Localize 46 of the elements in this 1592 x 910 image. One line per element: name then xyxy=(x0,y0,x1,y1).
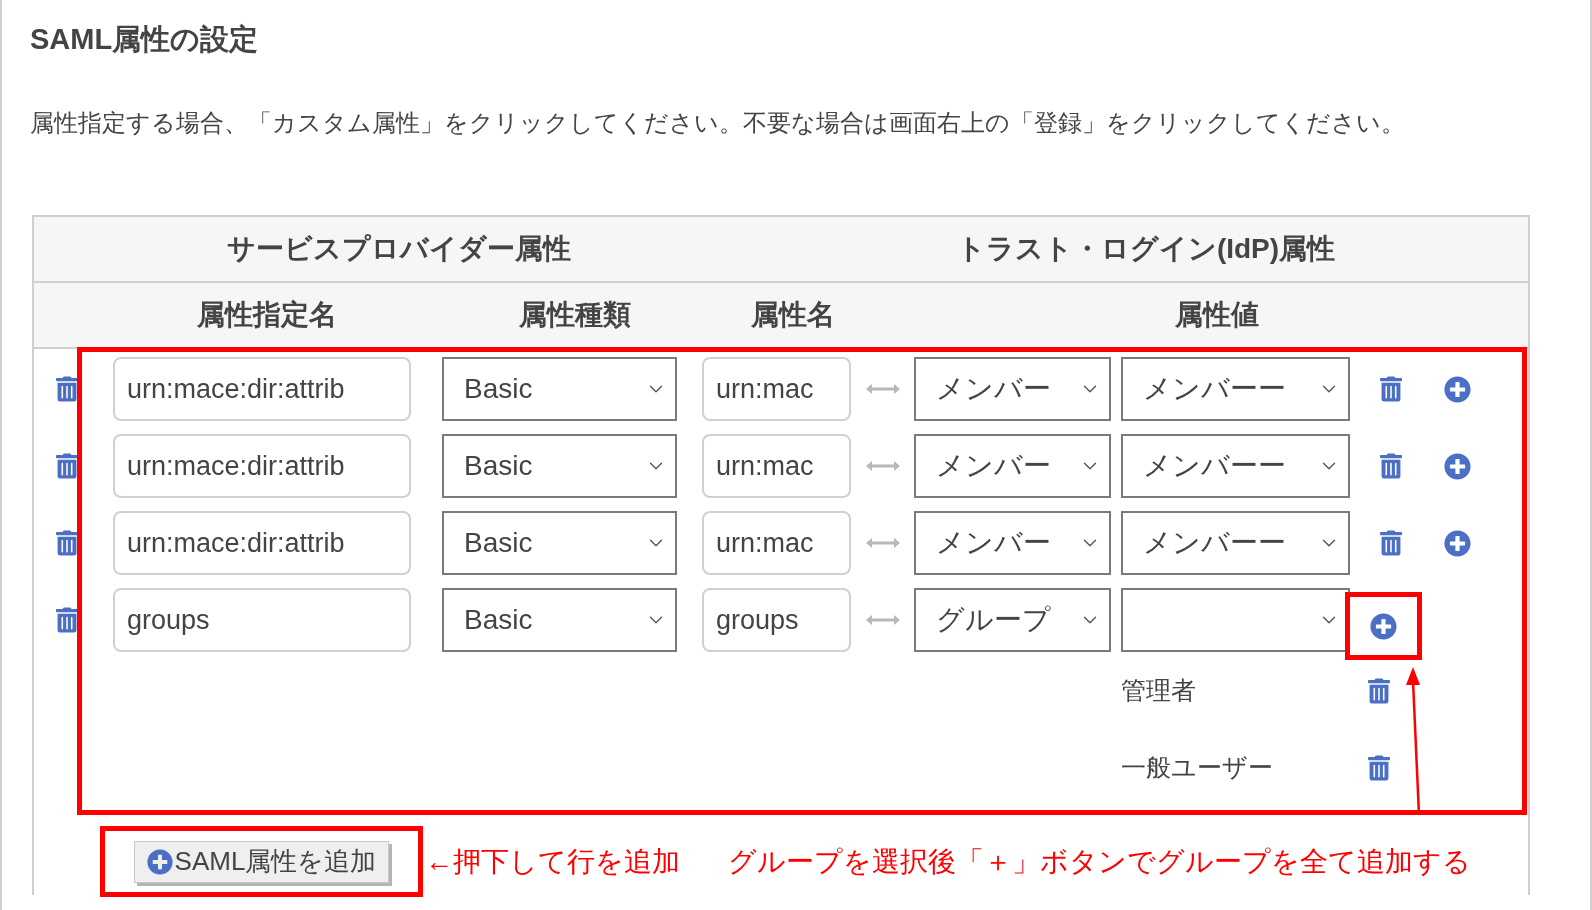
text-field[interactable]: urn:mac xyxy=(702,357,851,421)
dropdown[interactable]: Basic xyxy=(442,588,677,652)
dropdown[interactable]: グループ xyxy=(914,588,1111,652)
text-field[interactable]: urn:mac xyxy=(702,434,851,498)
section-title: SAML属性の設定 xyxy=(30,22,260,57)
dropdown[interactable]: メンバーー xyxy=(1121,511,1350,575)
trash-icon[interactable] xyxy=(1368,677,1390,704)
dropdown[interactable]: Basic xyxy=(442,434,677,498)
column-header: 属性指定名 xyxy=(196,298,338,332)
text-field[interactable]: urn:mace:dir:attrib xyxy=(113,511,411,575)
group-value: 管理者 xyxy=(1121,674,1197,706)
trash-icon[interactable] xyxy=(56,453,78,479)
group-header: サービスプロバイダー属性 xyxy=(226,232,572,266)
group-header: トラスト・ログイン(IdP)属性 xyxy=(955,232,1337,266)
trash-icon[interactable] xyxy=(1368,754,1390,781)
text-field[interactable]: urn:mace:dir:attrib xyxy=(113,434,411,498)
annotation-text: グループを選択後「＋」ボタンでグループを全て追加する xyxy=(728,844,1471,879)
dropdown[interactable]: メンバー xyxy=(914,511,1111,575)
add-attribute-button[interactable]: SAML属性を追加 xyxy=(133,840,390,883)
trash-icon[interactable] xyxy=(1380,376,1402,402)
annotation-text: ←押下して行を追加 xyxy=(425,844,680,879)
trash-icon[interactable] xyxy=(56,530,78,556)
text-field[interactable]: urn:mace:dir:attrib xyxy=(113,357,411,421)
column-header: 属性名 xyxy=(750,298,836,332)
column-header: 属性種類 xyxy=(518,298,632,332)
dropdown[interactable]: メンバー xyxy=(914,357,1111,421)
dropdown[interactable]: メンバーー xyxy=(1121,357,1350,421)
description: 属性指定する場合、「カスタム属性」をクリックしてください。不要な場合は画面右上の「登録」をクリックしてください。 xyxy=(30,107,1406,138)
double-arrow-icon xyxy=(864,614,901,626)
double-arrow-icon xyxy=(864,460,901,472)
double-arrow-icon xyxy=(864,537,901,549)
text-field[interactable]: groups xyxy=(702,588,851,652)
double-arrow-icon xyxy=(864,383,901,395)
group-value: 一般ユーザー xyxy=(1121,751,1274,783)
dropdown[interactable]: メンバーー xyxy=(1121,434,1350,498)
trash-icon[interactable] xyxy=(1380,453,1402,479)
dropdown[interactable] xyxy=(1121,588,1350,652)
column-header: 属性値 xyxy=(1174,298,1260,332)
dropdown[interactable]: メンバー xyxy=(914,434,1111,498)
trash-icon[interactable] xyxy=(56,607,78,633)
trash-icon[interactable] xyxy=(56,376,78,402)
dropdown[interactable]: Basic xyxy=(442,511,677,575)
trash-icon[interactable] xyxy=(1380,530,1402,556)
dropdown[interactable]: Basic xyxy=(442,357,677,421)
text-field[interactable]: groups xyxy=(113,588,411,652)
text-field[interactable]: urn:mac xyxy=(702,511,851,575)
